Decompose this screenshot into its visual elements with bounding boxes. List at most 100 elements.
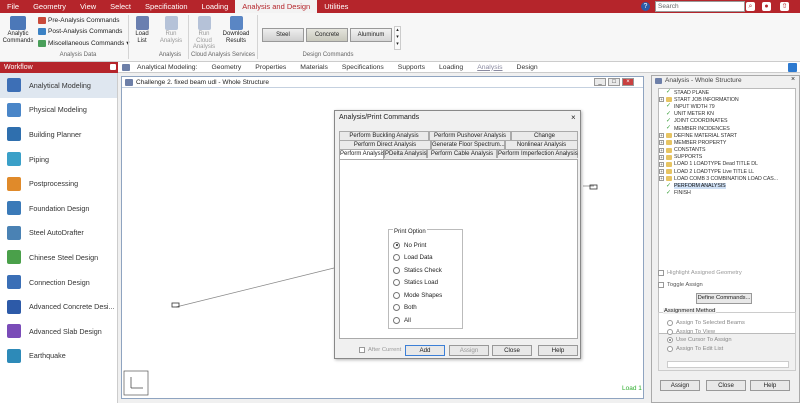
radio-mode-shapes[interactable]: Mode Shapes (389, 289, 462, 302)
tab-nonlinear-analysis[interactable]: Nonlinear Analysis (505, 140, 578, 149)
tab-change[interactable]: Change (511, 131, 578, 140)
assign-button[interactable]: Assign (449, 345, 489, 356)
tab-design[interactable]: Design (510, 62, 545, 73)
run-cloud-analysis-button[interactable]: Run Cloud Analysis (190, 16, 218, 51)
tab-generate-floor-spectrum[interactable]: Generate Floor Spectrum... (431, 140, 505, 149)
workflow-item-analytical-modeling[interactable]: Analytical Modeling (0, 73, 117, 98)
workflow-item-steel-autodrafter[interactable]: Steel AutoDrafter (0, 221, 117, 246)
design-aluminum-button[interactable]: Aluminum (350, 28, 392, 42)
tab-geometry[interactable]: Geometry (204, 62, 248, 73)
edit-list-field[interactable] (667, 361, 789, 368)
tree-node-input-width-79[interactable]: ✓ INPUT WIDTH 79 (659, 103, 795, 110)
expand-icon[interactable]: + (659, 147, 664, 153)
method-assign-to-view[interactable]: Assign To View (667, 328, 745, 337)
tree-node-load-1-loadtype-dead-title-dl[interactable]: + LOAD 1 LOADTYPE Dead TITLE DL (659, 161, 795, 168)
workflow-item-building-planner[interactable]: Building Planner (0, 122, 117, 147)
share-icon[interactable]: ⇧ (780, 2, 789, 11)
close-icon[interactable]: × (791, 76, 795, 83)
tab-loading[interactable]: Loading (432, 62, 470, 73)
expand-icon[interactable]: + (659, 169, 664, 175)
expand-icon[interactable]: + (659, 140, 664, 146)
tree-node-member-incidences[interactable]: ✓ MEMBER INCIDENCES (659, 125, 795, 132)
tree-node-supports[interactable]: + SUPPORTS (659, 154, 795, 161)
menu-tab-select[interactable]: Select (103, 0, 138, 13)
define-commands-button[interactable]: Define Commands... (696, 293, 752, 304)
tab-specifications[interactable]: Specifications (335, 62, 391, 73)
tree-node-start-job-information[interactable]: + START JOB INFORMATION (659, 96, 795, 103)
workflow-item-postprocessing[interactable]: Postprocessing (0, 171, 117, 196)
tree-node-staad-plane[interactable]: ✓ STAAD PLANE (659, 89, 795, 96)
tree-node-load-2-loadtype-live-title-ll[interactable]: + LOAD 2 LOADTYPE Live TITLE LL (659, 168, 795, 175)
pin-icon[interactable] (110, 64, 116, 70)
toggle-assign-checkbox[interactable]: Toggle Assign (658, 282, 703, 288)
tree-node-load-comb-3-combination-load-cas[interactable]: + LOAD COMB 3 COMBINATION LOAD CAS... (659, 175, 795, 182)
menu-tab-utilities[interactable]: Utilities (317, 0, 355, 13)
maximize-icon[interactable]: □ (608, 78, 620, 86)
radio-load-data[interactable]: Load Data (389, 252, 462, 265)
close-icon[interactable]: × (622, 78, 634, 86)
tree-node-unit-meter-kn[interactable]: ✓ UNIT METER KN (659, 111, 795, 118)
radio-statics-check[interactable]: Statics Check (389, 264, 462, 277)
tab-analysis[interactable]: Analysis (470, 62, 509, 73)
radio-both[interactable]: Both (389, 302, 462, 315)
design-steel-button[interactable]: Steel (262, 28, 304, 42)
tab-perform-analysis[interactable]: Perform Analysis (339, 149, 385, 159)
workflow-item-piping[interactable]: Piping (0, 147, 117, 172)
menu-tab-loading[interactable]: Loading (195, 0, 236, 13)
tab-perform-pushover-analysis[interactable]: Perform Pushover Analysis (429, 131, 511, 140)
after-current-checkbox[interactable]: After Current (359, 347, 401, 353)
assign-button[interactable]: Assign (660, 380, 700, 391)
load-list-button[interactable]: Load List (131, 16, 153, 44)
download-results-button[interactable]: Download Results (219, 16, 253, 44)
close-icon[interactable]: × (571, 113, 576, 122)
expand-icon[interactable]: + (659, 176, 664, 182)
help-button[interactable]: Help (750, 380, 790, 391)
tab-pdelta-analysis[interactable]: PDelta Analysis (384, 149, 427, 158)
tab-supports[interactable]: Supports (391, 62, 432, 73)
gallery-scroll[interactable]: ▴ ▾ ▾ (394, 26, 401, 50)
menu-tab-analysis-and-design[interactable]: Analysis and Design (235, 0, 318, 13)
post-analysis-commands[interactable]: Post-Analysis Commands (38, 28, 122, 35)
tab-perform-direct-analysis[interactable]: Perform Direct Analysis (339, 140, 431, 149)
workflow-item-earthquake[interactable]: Earthquake (0, 344, 117, 369)
menu-tab-specification[interactable]: Specification (138, 0, 195, 13)
tab-properties[interactable]: Properties (248, 62, 293, 73)
expand-icon[interactable]: + (659, 97, 664, 103)
tab-perform-cable-analysis[interactable]: Perform Cable Analysis (427, 149, 497, 158)
tree-node-joint-coordinates[interactable]: ✓ JOINT COORDINATES (659, 118, 795, 125)
expand-icon[interactable]: + (659, 154, 664, 160)
workflow-item-advanced-slab-design[interactable]: Advanced Slab Design (0, 319, 117, 344)
close-button[interactable]: Close (706, 380, 746, 391)
workflow-item-advanced-concrete-desi[interactable]: Advanced Concrete Desi... (0, 294, 117, 319)
tree-node-perform-analysis[interactable]: ✓ PERFORM ANALYSIS (659, 182, 795, 190)
search-icon[interactable]: ⌕ (746, 2, 755, 11)
design-concrete-button[interactable]: Concrete (306, 28, 348, 42)
expand-icon[interactable]: + (659, 133, 664, 139)
workflow-item-connection-design[interactable]: Connection Design (0, 270, 117, 295)
tab-perform-buckling-analysis[interactable]: Perform Buckling Analysis (339, 131, 429, 140)
menu-tab-geometry[interactable]: Geometry (26, 0, 73, 13)
misc-commands[interactable]: Miscellaneous Commands▾ (38, 39, 130, 47)
method-assign-to-edit-list[interactable]: Assign To Edit List (667, 345, 745, 354)
radio-no-print[interactable]: No Print (389, 239, 462, 252)
pre-analysis-commands[interactable]: Pre-Analysis Commands (38, 17, 120, 24)
expand-icon[interactable]: + (659, 161, 664, 167)
help-button[interactable]: Help (538, 345, 578, 356)
tree-node-constants[interactable]: + CONSTANTS (659, 147, 795, 154)
menu-tab-file[interactable]: File (0, 0, 26, 13)
minimize-icon[interactable]: _ (594, 78, 606, 86)
panel-toggle-icon[interactable] (788, 63, 797, 72)
method-assign-to-selected-beams[interactable]: Assign To Selected Beams (667, 319, 745, 328)
workflow-item-chinese-steel-design[interactable]: Chinese Steel Design (0, 245, 117, 270)
help-icon[interactable]: ? (641, 2, 650, 11)
user-icon[interactable]: ● (762, 2, 771, 11)
menu-tab-view[interactable]: View (73, 0, 103, 13)
workflow-item-foundation-design[interactable]: Foundation Design (0, 196, 117, 221)
analytic-commands-button[interactable]: Analytic Commands (2, 16, 34, 44)
highlight-assigned-checkbox[interactable]: Highlight Assigned Geometry (658, 270, 742, 276)
close-button[interactable]: Close (492, 345, 532, 356)
radio-statics-load[interactable]: Statics Load (389, 277, 462, 290)
tree-node-finish[interactable]: ✓ FINISH (659, 190, 795, 197)
run-analysis-button[interactable]: Run Analysis (158, 16, 184, 44)
method-use-cursor-to-assign[interactable]: Use Cursor To Assign (667, 336, 745, 345)
